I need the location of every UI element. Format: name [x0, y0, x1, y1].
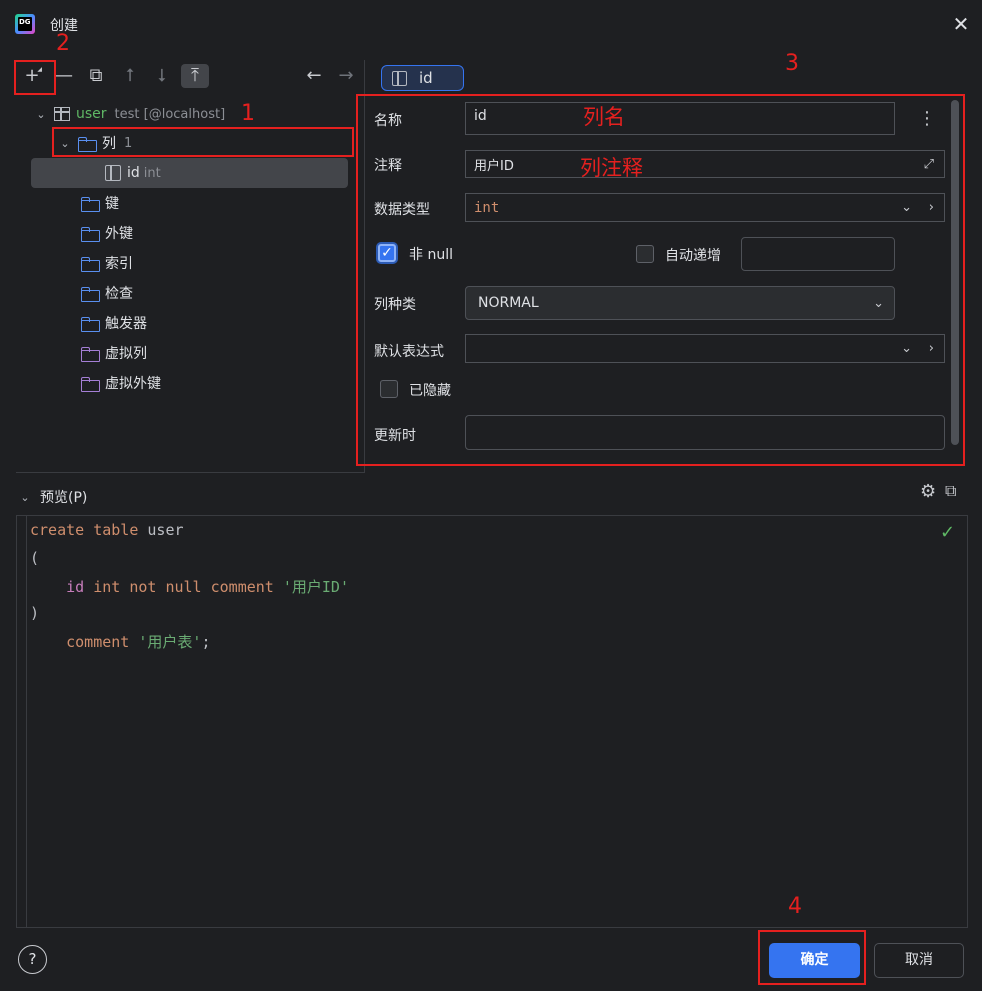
panel-divider-bottom [16, 472, 364, 473]
valid-check-icon: ✓ [940, 522, 956, 543]
folder-icon [81, 376, 100, 392]
cancel-button[interactable]: 取消 [874, 943, 964, 978]
tree-item-label: 键 [105, 196, 119, 212]
tree-item-label: 虚拟外键 [105, 376, 161, 392]
folder-icon [81, 286, 100, 302]
tree-item-foreign-keys[interactable]: 外键 [81, 218, 133, 248]
tree-item-label: 索引 [105, 256, 133, 272]
column-icon [392, 70, 407, 86]
move-to-top-button[interactable]: ⤒ [181, 64, 209, 88]
tree-item-virtual-columns[interactable]: 虚拟列 [81, 338, 147, 368]
code-line-4: ) [30, 604, 40, 622]
editor-gutter [26, 516, 27, 927]
code-line-2: ( [30, 549, 40, 567]
tree-item-label: 外键 [105, 226, 133, 242]
tree-item-column-id[interactable]: id int [105, 158, 161, 188]
annotation-box-4 [758, 930, 866, 985]
tree-selection-highlight [31, 158, 348, 188]
close-icon[interactable]: ✕ [950, 14, 972, 36]
tree-item-indexes[interactable]: 索引 [81, 248, 133, 278]
folder-icon [81, 346, 100, 362]
chevron-down-icon[interactable]: ⌄ [18, 491, 32, 504]
minus-icon: — [55, 65, 73, 86]
folder-icon [81, 256, 100, 272]
copy-button[interactable]: ⧉ [82, 60, 110, 92]
gear-icon[interactable]: ⚙ [920, 481, 940, 502]
folder-icon [81, 226, 100, 242]
table-icon [54, 107, 70, 121]
tab-column-id[interactable]: id [381, 65, 464, 91]
forward-button[interactable]: → [332, 60, 360, 92]
arrow-left-icon: ← [306, 65, 322, 86]
annotation-box-1 [52, 127, 354, 157]
table-name: user [76, 106, 107, 122]
annotation-box-2 [14, 60, 56, 95]
code-line-5: comment '用户表'; [66, 633, 211, 651]
column-icon [105, 165, 121, 181]
move-down-button[interactable]: ⭣ [148, 60, 176, 92]
app-logo-icon: DG [15, 14, 35, 34]
tree-item-label: 虚拟列 [105, 346, 147, 362]
open-external-icon[interactable]: ⧉ [945, 481, 965, 501]
preview-header[interactable]: ⌄ 预览(P) [18, 487, 87, 507]
tab-label: id [419, 69, 433, 87]
folder-icon [81, 316, 100, 332]
tree-item-label: 触发器 [105, 316, 147, 332]
tree-item-table[interactable]: ⌄ user test [@localhost] [34, 99, 225, 129]
tree-item-virtual-foreign-keys[interactable]: 虚拟外键 [81, 368, 161, 398]
annotation-box-3 [356, 94, 965, 466]
code-line-1: create table user [30, 521, 184, 539]
arrow-top-icon: ⤒ [191, 65, 199, 86]
move-up-button[interactable]: ⭡ [116, 60, 144, 92]
arrow-right-icon: → [338, 65, 354, 86]
help-button[interactable]: ? [18, 945, 47, 974]
tree-item-triggers[interactable]: 触发器 [81, 308, 147, 338]
annotation-number-4: 4 [788, 894, 802, 919]
arrow-down-icon: ⭣ [157, 65, 167, 86]
annotation-number-3: 3 [785, 51, 799, 76]
tree-item-checks[interactable]: 检查 [81, 278, 133, 308]
annotation-number-1: 1 [241, 101, 255, 126]
column-type: int [143, 165, 161, 181]
title-bar [0, 0, 982, 50]
arrow-up-icon: ⭡ [125, 65, 135, 86]
chevron-down-icon[interactable]: ⌄ [34, 108, 48, 121]
annotation-number-2: 2 [56, 31, 70, 56]
back-button[interactable]: ← [300, 60, 328, 92]
copy-icon: ⧉ [89, 65, 103, 86]
tree-item-keys[interactable]: 键 [81, 188, 119, 218]
tree-toolbar: + ◢ — ⧉ ⭡ ⭣ ⤒ ← → [14, 60, 364, 92]
folder-icon [81, 196, 100, 212]
column-name: id [127, 165, 140, 181]
code-line-3: id int not null comment '用户ID' [66, 578, 349, 596]
annotation-column-comment: 列注释 [580, 156, 643, 180]
tree-item-label: 检查 [105, 286, 133, 302]
preview-label: 预览(P) [40, 490, 88, 506]
table-meta: test [@localhost] [114, 106, 226, 122]
annotation-column-name: 列名 [583, 105, 625, 129]
